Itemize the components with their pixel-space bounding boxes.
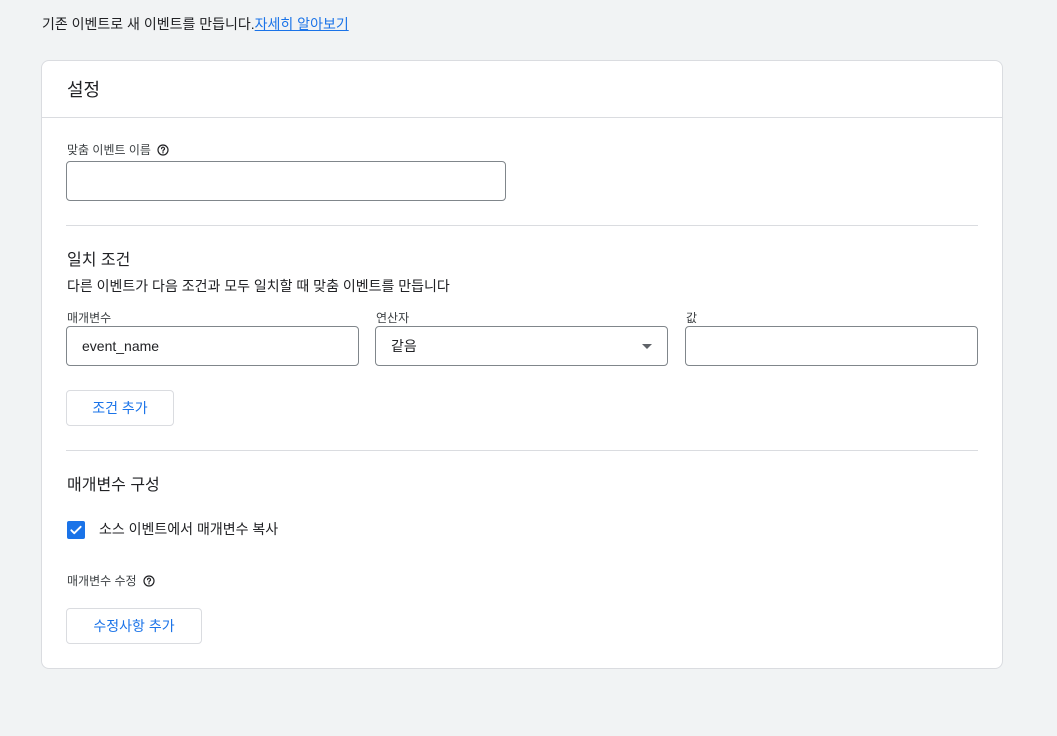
custom-event-name-input[interactable] — [66, 161, 506, 201]
operator-label: 연산자 — [376, 311, 410, 325]
custom-event-name-label-text: 맞춤 이벤트 이름 — [67, 143, 151, 157]
intro-text: 기존 이벤트로 새 이벤트를 만듭니다.자세히 알아보기 — [42, 14, 349, 34]
help-circle-icon[interactable] — [157, 144, 169, 156]
copy-parameters-label[interactable]: 소스 이벤트에서 매개변수 복사 — [99, 519, 278, 539]
settings-card: 설정 맞춤 이벤트 이름 일치 조건 다른 이벤트가 다음 조건과 모두 일치할… — [41, 60, 1003, 669]
add-modification-button[interactable]: 수정사항 추가 — [66, 608, 202, 644]
parameter-config-title: 매개변수 구성 — [67, 477, 160, 494]
divider — [66, 450, 978, 451]
modify-parameters-label: 매개변수 수정 — [67, 573, 155, 589]
learn-more-link[interactable]: 자세히 알아보기 — [255, 16, 349, 32]
operator-selected-value: 같음 — [391, 338, 417, 354]
intro-description: 기존 이벤트로 새 이벤트를 만듭니다. — [42, 16, 255, 32]
add-condition-button[interactable]: 조건 추가 — [66, 390, 174, 426]
value-label: 값 — [686, 311, 698, 325]
check-icon — [70, 525, 82, 535]
divider — [66, 225, 978, 226]
parameter-label: 매개변수 — [67, 311, 112, 325]
matching-conditions-description: 다른 이벤트가 다음 조건과 모두 일치할 때 맞춤 이벤트를 만듭니다 — [67, 278, 450, 294]
help-circle-icon[interactable] — [142, 575, 155, 587]
value-input[interactable] — [685, 326, 978, 366]
parameter-input[interactable]: event_name — [66, 326, 359, 366]
copy-parameters-checkbox[interactable] — [67, 521, 85, 539]
custom-event-name-label: 맞춤 이벤트 이름 — [67, 142, 169, 158]
card-title: 설정 — [42, 61, 1002, 118]
dropdown-arrow-icon — [642, 344, 652, 349]
matching-conditions-title: 일치 조건 — [67, 252, 131, 269]
modify-parameters-label-text: 매개변수 수정 — [67, 574, 137, 588]
operator-select[interactable]: 같음 — [375, 326, 668, 366]
